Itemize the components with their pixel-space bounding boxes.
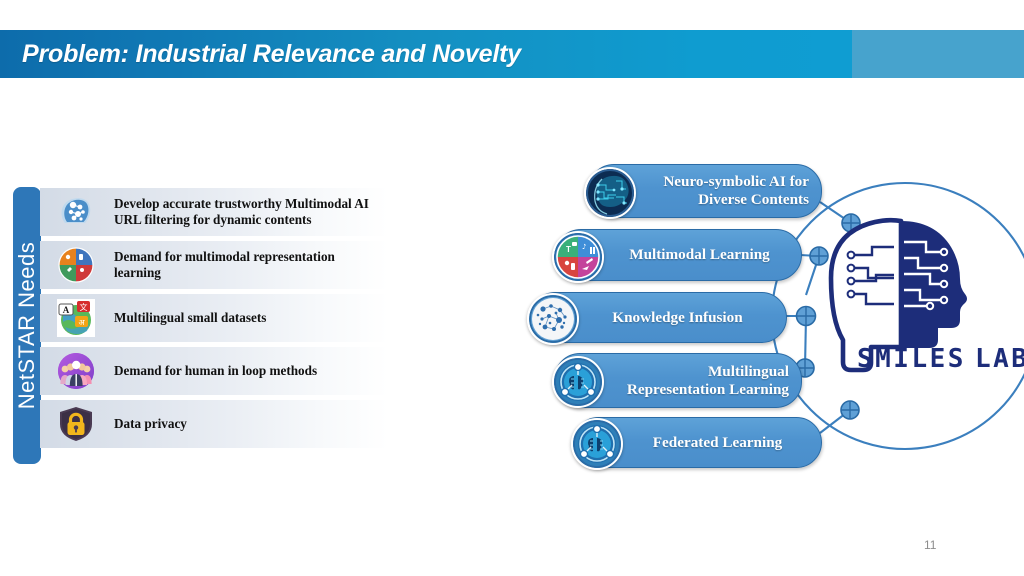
list-item[interactable]: Demand for multimodal representation lea… (40, 241, 388, 289)
translate-globe-icon: A 文 अ (57, 299, 95, 337)
svg-text:T: T (566, 245, 571, 254)
mindmap-node-multilingual-representation[interactable]: Multilingual Representation Learning (552, 353, 802, 408)
list-item-label: Demand for multimodal representation lea… (114, 248, 335, 280)
title-bar-accent-block (852, 30, 1024, 78)
list-item-label: Data privacy (114, 415, 187, 431)
slide-canvas: Problem: Industrial Relevance and Novelt… (0, 0, 1024, 576)
svg-text:अ: अ (78, 318, 85, 327)
netstar-needs-sidebar: NetSTAR Needs (13, 187, 41, 464)
mindmap-diagram: SMILES LAB Neuro-symbolic AI for Diverse… (520, 150, 1024, 480)
list-item-label: Develop accurate trustworthy Multimodal … (114, 195, 369, 227)
logo-word-left: SMILES (857, 344, 966, 374)
lock-shield-icon (57, 405, 95, 443)
logo-word-right: LAB (975, 344, 1024, 374)
list-item-label: Demand for human in loop methods (114, 362, 318, 378)
list-item-label: Multilingual small datasets (114, 309, 267, 325)
sidebar-label: NetSTAR Needs (14, 241, 39, 410)
svg-text:A: A (63, 305, 70, 315)
multimodal-wheel-icon (57, 246, 95, 284)
list-item[interactable]: Data privacy (40, 400, 388, 448)
list-item[interactable]: Develop accurate trustworthy Multimodal … (40, 188, 388, 236)
federated-brain-icon (571, 418, 623, 470)
mindmap-node-federated-learning[interactable]: Federated Learning (571, 417, 822, 470)
list-item[interactable]: Demand for human in loop methods (40, 347, 388, 395)
circuit-head-icon (584, 167, 636, 219)
svg-text:文: 文 (80, 302, 88, 312)
multimodal-wheel-icon: T ♪ (552, 231, 604, 283)
needs-list: Develop accurate trustworthy Multimodal … (40, 188, 388, 453)
molecule-dots-icon (527, 293, 579, 345)
people-group-icon (57, 352, 95, 390)
federated-brain-icon (552, 356, 604, 408)
page-title: Problem: Industrial Relevance and Novelt… (22, 39, 521, 68)
head-gears-icon (57, 193, 95, 231)
page-number: 11 (924, 538, 937, 552)
mindmap-node-knowledge-infusion[interactable]: Knowledge Infusion (527, 292, 787, 345)
list-item[interactable]: A 文 अ Multilingual small datasets (40, 294, 388, 342)
mindmap-node-multimodal-learning[interactable]: T ♪ Multimodal Learning (552, 229, 802, 283)
mindmap-node-neuro-symbolic[interactable]: Neuro-symbolic AI for Diverse Contents (584, 164, 822, 219)
slide-title-bar: Problem: Industrial Relevance and Novelt… (0, 30, 1024, 78)
svg-text:♪: ♪ (582, 243, 586, 251)
